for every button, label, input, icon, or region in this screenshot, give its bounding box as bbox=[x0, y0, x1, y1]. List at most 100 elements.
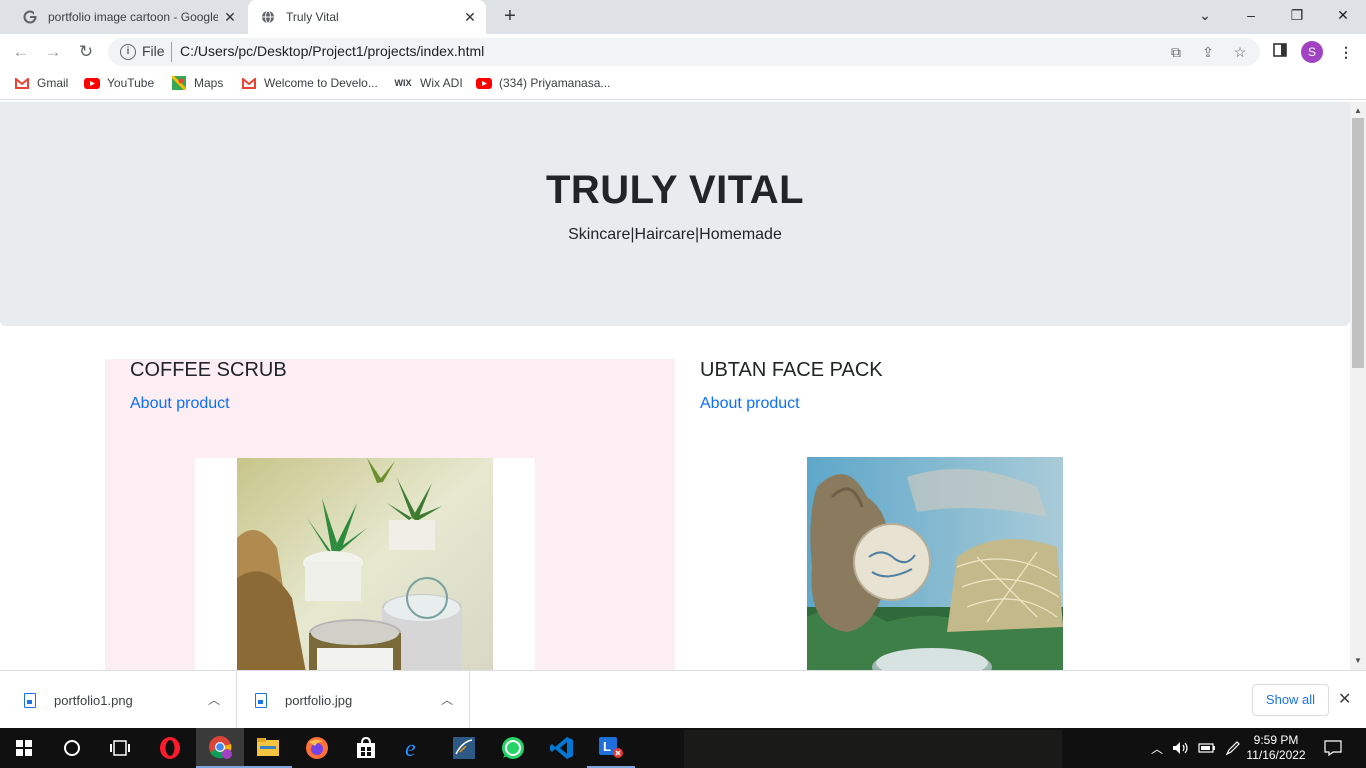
tab-search-icon[interactable]: ⌄ bbox=[1182, 0, 1228, 32]
download-filename: portfolio.jpg bbox=[285, 692, 353, 708]
chevron-up-icon[interactable]: ︿ bbox=[441, 691, 453, 708]
gmail-icon bbox=[241, 76, 257, 90]
download-filename: portfolio1.png bbox=[54, 692, 133, 708]
svg-text:L: L bbox=[603, 739, 611, 754]
browser-toolbar: ← → ↻ i File C:/Users/pc/Desktop/Project… bbox=[0, 34, 1366, 70]
tab-truly-vital[interactable]: Truly Vital ✕ bbox=[248, 0, 486, 34]
bookmark-gmail[interactable]: Gmail bbox=[14, 76, 68, 90]
tab-google-search[interactable]: portfolio image cartoon - Google ✕ bbox=[8, 0, 246, 34]
bookmark-label: YouTube bbox=[107, 76, 155, 90]
firefox-icon[interactable] bbox=[293, 728, 341, 768]
windows-taskbar: e L ︿ 9:59 PM 11/16/2022 bbox=[0, 728, 1366, 768]
bookmark-priyamanasa[interactable]: (334) Priyamanasa... bbox=[476, 76, 610, 90]
store-icon[interactable] bbox=[342, 728, 390, 768]
hero-jumbotron: TRULY VITAL Skincare|Haircare|Homemade bbox=[0, 102, 1350, 326]
minimize-button[interactable]: – bbox=[1228, 0, 1274, 32]
clock-time: 9:59 PM bbox=[1253, 733, 1299, 747]
reload-icon[interactable]: ↻ bbox=[75, 41, 97, 63]
clock[interactable]: 9:59 PM 11/16/2022 bbox=[1246, 728, 1306, 768]
about-product-link[interactable]: About product bbox=[700, 395, 800, 413]
address-bar[interactable]: i File C:/Users/pc/Desktop/Project1/proj… bbox=[108, 38, 1260, 66]
scroll-thumb[interactable] bbox=[1352, 118, 1364, 368]
youtube-icon bbox=[84, 76, 100, 90]
scroll-up-icon[interactable]: ▲ bbox=[1354, 106, 1362, 115]
bookmark-maps[interactable]: Maps bbox=[171, 76, 223, 90]
tab-title: portfolio image cartoon - Google bbox=[48, 10, 218, 24]
tab-strip: portfolio image cartoon - Google ✕ Truly… bbox=[0, 0, 1366, 34]
tab-title: Truly Vital bbox=[286, 10, 339, 24]
page-viewport: TRULY VITAL Skincare|Haircare|Homemade C… bbox=[0, 102, 1350, 670]
bookmark-label: Welcome to Develo... bbox=[264, 76, 378, 90]
task-view-icon[interactable] bbox=[96, 728, 144, 768]
youtube-icon bbox=[476, 76, 492, 90]
opera-icon[interactable] bbox=[146, 728, 194, 768]
close-window-button[interactable]: ✕ bbox=[1320, 0, 1366, 32]
download-item[interactable]: portfolio.jpg ︿ bbox=[237, 671, 470, 729]
page-title: TRULY VITAL bbox=[545, 168, 805, 212]
product-title: COFFEE SCRUB bbox=[130, 359, 287, 381]
scheme-label: File bbox=[142, 43, 165, 59]
mysql-icon[interactable] bbox=[440, 728, 488, 768]
image-file-icon bbox=[24, 692, 36, 708]
volume-icon[interactable] bbox=[1170, 728, 1192, 768]
google-icon bbox=[22, 9, 38, 25]
share-icon[interactable]: ⇪ bbox=[1198, 42, 1218, 62]
bookmark-label: Maps bbox=[194, 76, 224, 90]
chevron-up-icon[interactable]: ︿ bbox=[1148, 728, 1166, 768]
url-text[interactable]: C:/Users/pc/Desktop/Project1/projects/in… bbox=[180, 43, 484, 59]
product-card-coffee-scrub: COFFEE SCRUB About product bbox=[105, 359, 675, 670]
vscode-icon[interactable] bbox=[538, 728, 586, 768]
bookmark-label: Wix ADI bbox=[420, 76, 463, 90]
notification-icon[interactable] bbox=[1320, 728, 1346, 768]
bookmark-welcome[interactable]: Welcome to Develo... bbox=[241, 76, 378, 90]
bookmark-wix[interactable]: WIX Wix ADI bbox=[393, 76, 463, 90]
tab-close-icon[interactable]: ✕ bbox=[218, 9, 242, 26]
bookmarks-bar: Gmail YouTube Maps Welcome to Develo... … bbox=[0, 70, 1366, 100]
bookmark-label: (334) Priyamanasa... bbox=[499, 76, 611, 90]
gmail-icon bbox=[14, 76, 30, 90]
ubtan-face-pack-photo bbox=[807, 457, 1063, 670]
bookmark-youtube[interactable]: YouTube bbox=[84, 76, 154, 90]
clock-date: 11/16/2022 bbox=[1246, 748, 1306, 762]
chevron-up-icon[interactable]: ︿ bbox=[208, 691, 220, 708]
image-file-icon bbox=[255, 692, 267, 708]
new-tab-button[interactable]: + bbox=[498, 5, 522, 29]
taskbar-preview-area bbox=[684, 730, 1062, 768]
download-item[interactable]: portfolio1.png ︿ bbox=[0, 671, 237, 729]
coffee-scrub-photo bbox=[237, 458, 493, 670]
start-icon[interactable] bbox=[0, 728, 48, 768]
divider bbox=[171, 42, 172, 62]
scroll-down-icon[interactable]: ▼ bbox=[1354, 656, 1362, 665]
show-all-button[interactable]: Show all bbox=[1252, 684, 1329, 716]
forward-arrow-icon[interactable]: → bbox=[42, 41, 64, 63]
translate-icon[interactable]: ⧉ bbox=[1166, 42, 1186, 62]
search-icon[interactable] bbox=[48, 728, 96, 768]
back-arrow-icon[interactable]: ← bbox=[10, 41, 32, 63]
whatsapp-icon[interactable] bbox=[489, 728, 537, 768]
profile-avatar[interactable]: S bbox=[1301, 41, 1323, 63]
svg-text:e: e bbox=[405, 736, 416, 760]
file-explorer-icon[interactable] bbox=[244, 728, 292, 768]
wix-icon: WIX bbox=[394, 78, 412, 88]
page-scrollbar[interactable]: ▲ ▼ bbox=[1350, 102, 1366, 670]
about-product-link[interactable]: About product bbox=[130, 395, 230, 413]
restore-button[interactable]: ❐ bbox=[1274, 0, 1320, 32]
page-subtitle: Skincare|Haircare|Homemade bbox=[568, 226, 782, 243]
close-shelf-icon[interactable]: ✕ bbox=[1338, 689, 1351, 709]
download-shelf: portfolio1.png ︿ portfolio.jpg ︿ Show al… bbox=[0, 670, 1366, 729]
app-l-icon[interactable]: L bbox=[587, 728, 635, 768]
globe-icon bbox=[260, 9, 276, 25]
side-panel-icon[interactable] bbox=[1270, 42, 1290, 62]
menu-kebab-icon[interactable]: ⋮ bbox=[1336, 42, 1356, 62]
chrome-icon[interactable] bbox=[196, 728, 244, 768]
edge-icon[interactable]: e bbox=[390, 728, 438, 768]
bookmark-label: Gmail bbox=[37, 76, 69, 90]
maps-icon bbox=[171, 76, 187, 90]
tab-close-icon[interactable]: ✕ bbox=[458, 9, 482, 26]
bookmark-star-icon[interactable]: ☆ bbox=[1230, 42, 1250, 62]
product-title: UBTAN FACE PACK bbox=[700, 359, 883, 381]
product-card-ubtan-face-pack: UBTAN FACE PACK About product bbox=[675, 359, 1245, 670]
battery-icon[interactable] bbox=[1196, 728, 1218, 768]
info-icon[interactable]: i bbox=[120, 44, 136, 60]
pen-icon[interactable] bbox=[1222, 728, 1244, 768]
